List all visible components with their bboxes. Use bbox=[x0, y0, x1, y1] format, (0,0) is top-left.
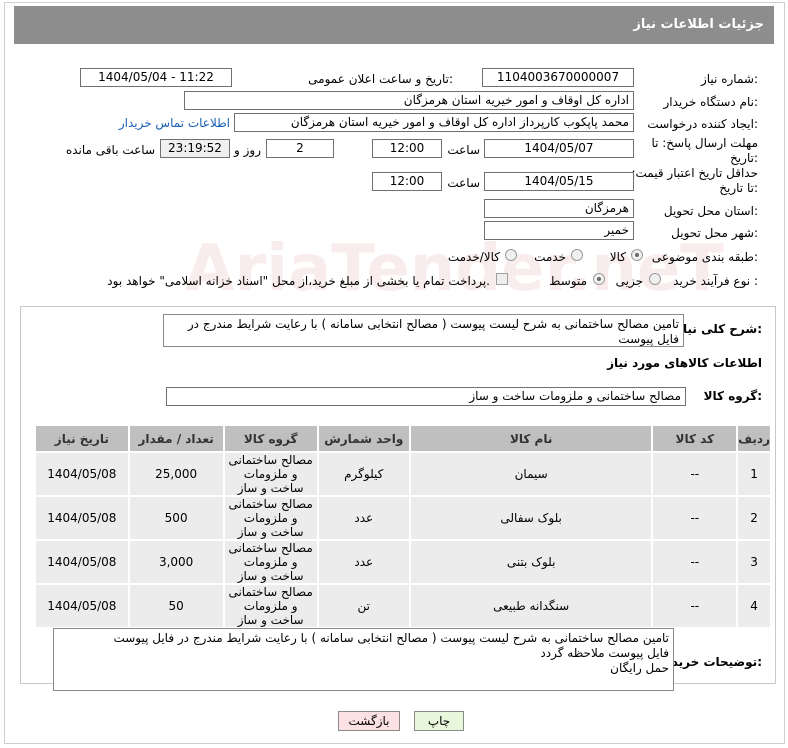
row-date: 1404/05/08 bbox=[34, 451, 130, 497]
col-code: کد کالا bbox=[651, 424, 739, 453]
row-date: 1404/05/08 bbox=[34, 539, 130, 585]
need-number-label: شماره نیاز: bbox=[700, 72, 758, 86]
row-date: 1404/05/08 bbox=[34, 495, 130, 541]
days-field[interactable]: 2 bbox=[266, 139, 334, 158]
row-code: -- bbox=[651, 495, 739, 541]
deadline-time-label: ساعت bbox=[447, 143, 480, 157]
category-service-label: خدمت bbox=[534, 250, 566, 264]
row-group: مصالح ساختمانی و ملزومات ساخت و ساز bbox=[222, 539, 319, 585]
col-name: نام کالا bbox=[408, 424, 654, 453]
buyer-notes-line: حمل رایگان bbox=[610, 661, 669, 675]
table-row: 3 -- بلوک بتنی عدد مصالح ساختمانی و ملزو… bbox=[34, 539, 772, 585]
back-button[interactable]: بازگشت bbox=[338, 711, 400, 731]
category-radio-both[interactable] bbox=[505, 249, 517, 261]
province-label: استان محل تحویل: bbox=[663, 204, 758, 218]
category-label: طبقه بندی موضوعی: bbox=[651, 250, 758, 264]
requester-field[interactable]: محمد پاپکوب کارپرداز اداره کل اوقاف و ام… bbox=[234, 113, 634, 132]
min-validity-label: حداقل تاریخ اعتبار قیمت: تا تاریخ: bbox=[631, 166, 758, 195]
buyer-org-label: نام دستگاه خریدار: bbox=[663, 95, 759, 109]
process-radio-minor[interactable] bbox=[649, 273, 661, 285]
validity-time-field[interactable]: 12:00 bbox=[372, 172, 442, 191]
row-unit: تن bbox=[316, 583, 411, 629]
description-label: شرح کلی نیاز: bbox=[676, 322, 762, 336]
buyer-notes-textarea[interactable]: تامین مصالح ساختمانی به شرح لیست پیوست (… bbox=[53, 628, 674, 691]
city-field[interactable]: خمیر bbox=[484, 221, 634, 240]
validity-date-field[interactable]: 1404/05/15 bbox=[484, 172, 634, 191]
row-idx: 2 bbox=[736, 495, 772, 541]
goods-table: ردیف کد کالا نام کالا واحد شمارش گروه کا… bbox=[34, 424, 772, 629]
row-code: -- bbox=[651, 583, 739, 629]
province-field[interactable]: هرمزگان bbox=[484, 199, 634, 218]
row-code: -- bbox=[651, 539, 739, 585]
table-header-row: ردیف کد کالا نام کالا واحد شمارش گروه کا… bbox=[34, 424, 772, 453]
row-qty: 50 bbox=[127, 583, 225, 629]
row-idx: 3 bbox=[736, 539, 772, 585]
table-row: 2 -- بلوک سفالی عدد مصالح ساختمانی و ملز… bbox=[34, 495, 772, 541]
category-radio-service[interactable] bbox=[571, 249, 583, 261]
category-radio-goods[interactable] bbox=[631, 249, 643, 261]
col-qty: تعداد / مقدار bbox=[127, 424, 225, 453]
row-name: سیمان bbox=[408, 451, 654, 497]
page-header: جزئیات اطلاعات نیاز bbox=[14, 6, 774, 44]
category-both-label: کالا/خدمت bbox=[447, 250, 500, 264]
deadline-time-field[interactable]: 12:00 bbox=[372, 139, 442, 158]
city-label: شهر محل تحویل: bbox=[671, 226, 758, 240]
row-name: بلوک سفالی bbox=[408, 495, 654, 541]
process-minor-label: جزیی bbox=[615, 274, 643, 288]
goods-group-field[interactable]: مصالح ساختمانی و ملزومات ساخت و ساز bbox=[166, 387, 686, 406]
process-radio-medium[interactable] bbox=[593, 273, 605, 285]
row-date: 1404/05/08 bbox=[34, 583, 130, 629]
col-date: تاریخ نیاز bbox=[34, 424, 130, 453]
row-name: بلوک بتنی bbox=[408, 539, 654, 585]
process-medium-label: متوسط bbox=[549, 274, 587, 288]
process-label: نوع فرآیند خرید : bbox=[673, 274, 758, 288]
remaining-label: ساعت باقی مانده bbox=[65, 143, 155, 157]
row-idx: 4 bbox=[736, 583, 772, 629]
deadline-date-field[interactable]: 1404/05/07 bbox=[484, 139, 634, 158]
payment-checkbox[interactable] bbox=[496, 273, 508, 285]
buyer-org-field[interactable]: اداره کل اوقاف و امور خیریه استان هرمزگا… bbox=[184, 91, 634, 110]
row-qty: 3,000 bbox=[127, 539, 225, 585]
announce-label: تاریخ و ساعت اعلان عمومی: bbox=[308, 72, 453, 86]
days-label: روز و bbox=[234, 143, 261, 157]
row-group: مصالح ساختمانی و ملزومات ساخت و ساز bbox=[222, 495, 319, 541]
row-name: سنگدانه طبیعی bbox=[408, 583, 654, 629]
row-group: مصالح ساختمانی و ملزومات ساخت و ساز bbox=[222, 583, 319, 629]
watermark: AriaTender.neT bbox=[185, 232, 724, 306]
validity-time-label: ساعت bbox=[447, 176, 480, 190]
goods-group-label: گروه کالا: bbox=[703, 389, 762, 403]
category-goods-label: کالا bbox=[609, 250, 626, 264]
payment-note: پرداخت تمام یا بخشی از مبلغ خرید،از محل … bbox=[107, 274, 490, 288]
col-group: گروه کالا bbox=[222, 424, 319, 453]
row-idx: 1 bbox=[736, 451, 772, 497]
announce-field[interactable]: 1404/05/04 - 11:22 bbox=[80, 68, 232, 87]
table-row: 4 -- سنگدانه طبیعی تن مصالح ساختمانی و م… bbox=[34, 583, 772, 629]
row-code: -- bbox=[651, 451, 739, 497]
row-qty: 25,000 bbox=[127, 451, 225, 497]
row-unit: کیلوگرم bbox=[316, 451, 411, 497]
contact-link[interactable]: اطلاعات تماس خریدار bbox=[119, 116, 230, 130]
row-group: مصالح ساختمانی و ملزومات ساخت و ساز bbox=[222, 451, 319, 497]
row-qty: 500 bbox=[127, 495, 225, 541]
row-unit: عدد bbox=[316, 495, 411, 541]
remaining-time-field[interactable]: 23:19:52 bbox=[160, 139, 230, 158]
buyer-notes-label: توضیحات خریدار: bbox=[660, 655, 762, 669]
goods-section-title: اطلاعات کالاهای مورد نیاز bbox=[607, 356, 762, 370]
page-title: جزئیات اطلاعات نیاز bbox=[633, 17, 764, 32]
buyer-notes-line: تامین مصالح ساختمانی به شرح لیست پیوست (… bbox=[113, 631, 669, 645]
table-row: 1 -- سیمان کیلوگرم مصالح ساختمانی و ملزو… bbox=[34, 451, 772, 497]
print-button[interactable]: چاپ bbox=[414, 711, 464, 731]
deadline-label: مهلت ارسال پاسخ: تا تاریخ: bbox=[651, 136, 758, 165]
buyer-notes-line: فایل پیوست ملاحظه گردد bbox=[540, 646, 669, 660]
description-textarea[interactable]: تامین مصالح ساختمانی به شرح لیست پیوست (… bbox=[163, 314, 684, 347]
row-unit: عدد bbox=[316, 539, 411, 585]
need-number-field[interactable]: 1104003670000007 bbox=[482, 68, 634, 87]
col-unit: واحد شمارش bbox=[316, 424, 411, 453]
col-idx: ردیف bbox=[736, 424, 772, 453]
requester-label: ایجاد کننده درخواست: bbox=[647, 117, 758, 131]
